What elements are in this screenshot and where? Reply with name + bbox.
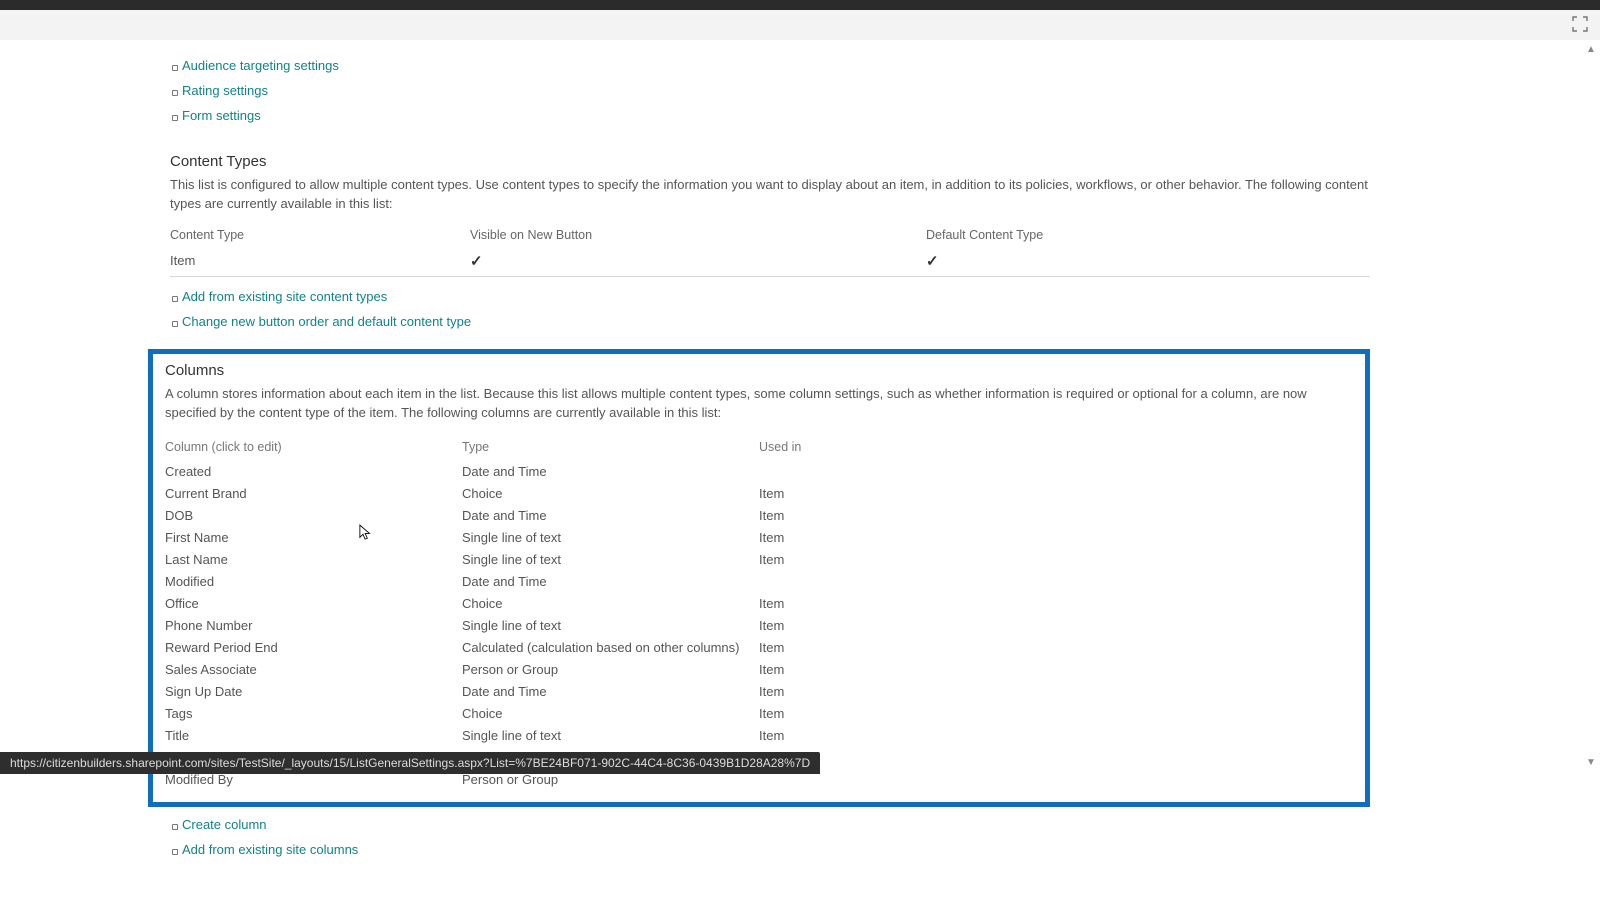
column-usedin-cell — [759, 746, 1353, 768]
change-button-order-link[interactable]: Change new button order and default cont… — [182, 314, 471, 329]
column-usedin-cell — [759, 460, 1353, 482]
table-row: CreatedDate and Time — [165, 460, 1353, 482]
column-usedin-cell — [759, 570, 1353, 592]
table-row: Sales AssociatePerson or GroupItem — [165, 658, 1353, 680]
column-type-cell: Choice — [462, 592, 759, 614]
column-usedin-cell: Item — [759, 702, 1353, 724]
ct-header-default: Default Content Type — [926, 222, 1370, 248]
table-row: TagsChoiceItem — [165, 702, 1353, 724]
table-row: Current BrandChoiceItem — [165, 482, 1353, 504]
table-row: Phone NumberSingle line of textItem — [165, 614, 1353, 636]
add-existing-site-columns-link[interactable]: Add from existing site columns — [182, 842, 358, 857]
column-name-link[interactable]: DOB — [165, 504, 462, 526]
column-type-cell: Person or Group — [462, 658, 759, 680]
ct-default-cell: ✓ — [926, 248, 1370, 277]
column-name-link[interactable]: Created — [165, 460, 462, 482]
scroll-down-icon[interactable]: ▼ — [1584, 757, 1598, 768]
column-usedin-cell: Item — [759, 482, 1353, 504]
audience-targeting-link[interactable]: Audience targeting settings — [182, 58, 339, 73]
status-bar-url: https://citizenbuilders.sharepoint.com/s… — [0, 752, 820, 774]
column-usedin-cell: Item — [759, 724, 1353, 746]
content-types-actions: Add from existing site content types Cha… — [170, 289, 1370, 329]
column-type-cell: Single line of text — [462, 724, 759, 746]
content-type-row[interactable]: Item ✓ ✓ — [170, 248, 1370, 277]
column-type-cell: Date and Time — [462, 570, 759, 592]
column-usedin-cell: Item — [759, 526, 1353, 548]
column-type-cell: Calculated (calculation based on other c… — [462, 636, 759, 658]
column-name-link[interactable]: Sign Up Date — [165, 680, 462, 702]
column-name-link[interactable]: Phone Number — [165, 614, 462, 636]
content-types-description: This list is configured to allow multipl… — [170, 176, 1370, 214]
column-usedin-cell: Item — [759, 504, 1353, 526]
column-name-link[interactable]: Modified — [165, 570, 462, 592]
column-name-link[interactable]: Current Brand — [165, 482, 462, 504]
check-icon: ✓ — [470, 252, 483, 270]
page-content: Audience targeting settings Rating setti… — [170, 40, 1370, 917]
column-type-cell: Single line of text — [462, 614, 759, 636]
columns-section-highlight: Columns A column stores information abou… — [148, 349, 1370, 808]
columns-description: A column stores information about each i… — [165, 385, 1353, 423]
column-usedin-cell: Item — [759, 658, 1353, 680]
column-usedin-cell: Item — [759, 614, 1353, 636]
column-usedin-cell: Item — [759, 680, 1353, 702]
ct-name-cell[interactable]: Item — [170, 248, 470, 277]
columns-actions: Create column Add from existing site col… — [170, 817, 1370, 857]
column-type-cell: Date and Time — [462, 504, 759, 526]
table-row: OfficeChoiceItem — [165, 592, 1353, 614]
column-name-link[interactable]: First Name — [165, 526, 462, 548]
col-header-type: Type — [462, 430, 759, 460]
table-row: ModifiedDate and Time — [165, 570, 1353, 592]
table-row: TitleSingle line of textItem — [165, 724, 1353, 746]
column-name-link[interactable]: Reward Period End — [165, 636, 462, 658]
content-types-table: Content Type Visible on New Button Defau… — [170, 222, 1370, 277]
col-header-name: Column (click to edit) — [165, 430, 462, 460]
column-type-cell: Single line of text — [462, 548, 759, 570]
table-row: DOBDate and TimeItem — [165, 504, 1353, 526]
form-settings-link[interactable]: Form settings — [182, 108, 261, 123]
rating-settings-link[interactable]: Rating settings — [182, 83, 268, 98]
columns-heading: Columns — [165, 362, 1353, 379]
general-settings-links: Audience targeting settings Rating setti… — [170, 58, 1370, 123]
header-strip — [0, 10, 1600, 40]
scroll-up-icon[interactable]: ▲ — [1584, 44, 1598, 55]
column-type-cell: Date and Time — [462, 680, 759, 702]
focus-mode-icon[interactable] — [1572, 16, 1588, 32]
column-usedin-cell — [759, 768, 1353, 790]
column-type-cell: Date and Time — [462, 460, 759, 482]
column-usedin-cell: Item — [759, 636, 1353, 658]
cursor-icon — [359, 524, 373, 542]
ct-header-name: Content Type — [170, 222, 470, 248]
window-topbar — [0, 0, 1600, 10]
table-row: Last NameSingle line of textItem — [165, 548, 1353, 570]
column-usedin-cell: Item — [759, 592, 1353, 614]
table-row: Sign Up DateDate and TimeItem — [165, 680, 1353, 702]
column-name-link[interactable]: Last Name — [165, 548, 462, 570]
columns-table: Column (click to edit) Type Used in Crea… — [165, 430, 1353, 790]
table-row: First NameSingle line of textItem — [165, 526, 1353, 548]
add-existing-content-type-link[interactable]: Add from existing site content types — [182, 289, 387, 304]
column-name-link[interactable]: Office — [165, 592, 462, 614]
column-type-cell: Single line of text — [462, 526, 759, 548]
column-name-link[interactable]: Sales Associate — [165, 658, 462, 680]
column-type-cell: Choice — [462, 482, 759, 504]
col-header-usedin: Used in — [759, 430, 1353, 460]
check-icon: ✓ — [926, 252, 939, 270]
column-name-link[interactable]: Title — [165, 724, 462, 746]
ct-header-visible: Visible on New Button — [470, 222, 926, 248]
table-row: Reward Period EndCalculated (calculation… — [165, 636, 1353, 658]
create-column-link[interactable]: Create column — [182, 817, 267, 832]
column-usedin-cell: Item — [759, 548, 1353, 570]
ct-visible-cell: ✓ — [470, 248, 926, 277]
content-types-heading: Content Types — [170, 153, 1370, 170]
column-name-link[interactable]: Tags — [165, 702, 462, 724]
column-type-cell: Choice — [462, 702, 759, 724]
